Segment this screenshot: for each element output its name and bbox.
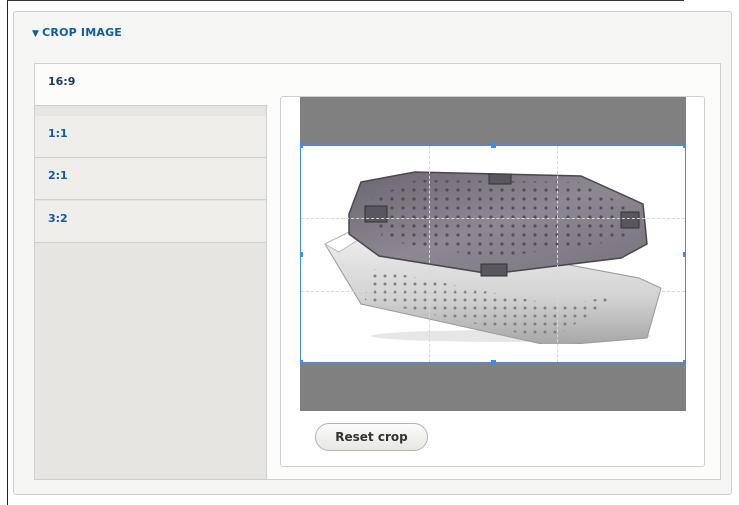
crop-ratio-tabs: 16:9 1:1 2:1 3:2 Reset crop <box>34 63 721 480</box>
crop-handle-e[interactable] <box>683 252 686 257</box>
tab-2-1[interactable]: 2:1 <box>35 158 266 200</box>
crop-pane: Reset crop <box>280 96 705 467</box>
tab-3-2[interactable]: 3:2 <box>35 201 266 243</box>
triangle-down-icon: ▼ <box>32 29 40 39</box>
tab-label: 16:9 <box>48 75 76 88</box>
tab-label: 1:1 <box>48 127 68 140</box>
crop-handle-s[interactable] <box>491 360 496 365</box>
crop-handle-ne[interactable] <box>683 143 686 148</box>
product-image <box>323 171 662 344</box>
tab-label: 2:1 <box>48 169 68 182</box>
crop-handle-nw[interactable] <box>300 143 303 148</box>
crop-handle-n[interactable] <box>491 143 496 148</box>
crop-handle-se[interactable] <box>683 360 686 365</box>
crop-handle-sw[interactable] <box>300 360 303 365</box>
crop-grid-line <box>301 291 685 292</box>
tab-menu: 16:9 1:1 2:1 3:2 <box>35 64 267 479</box>
tab-16-9[interactable]: 16:9 <box>35 64 267 106</box>
crop-handle-w[interactable] <box>300 252 303 257</box>
crop-canvas[interactable] <box>300 97 686 411</box>
section-title: CROP IMAGE <box>42 26 123 39</box>
crop-selection-box[interactable] <box>300 143 686 365</box>
crop-grid-line <box>301 218 685 219</box>
window-frame-top <box>7 0 684 1</box>
tab-label: 3:2 <box>48 212 68 225</box>
reset-crop-button[interactable]: Reset crop <box>315 423 428 451</box>
crop-image-fieldset: ▼ CROP IMAGE 16:9 1:1 2:1 3:2 Reset crop <box>13 11 732 495</box>
crop-image-toggle[interactable]: ▼ CROP IMAGE <box>32 26 122 39</box>
crop-grid-line <box>429 146 430 362</box>
window-frame-left <box>7 0 8 505</box>
tab-1-1[interactable]: 1:1 <box>35 116 266 158</box>
crop-grid-line <box>557 146 558 362</box>
